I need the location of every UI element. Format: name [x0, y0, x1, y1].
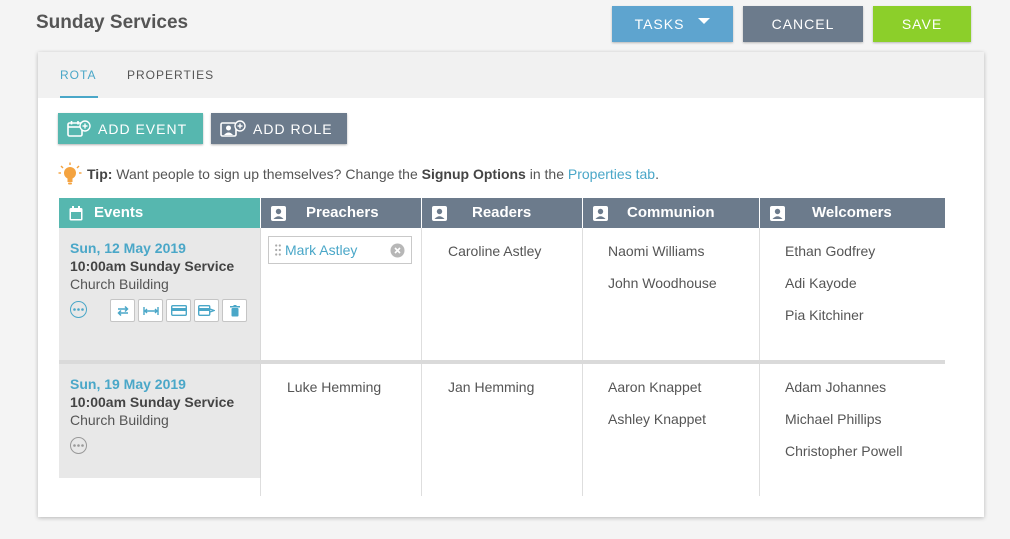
- user-plus-icon: [220, 119, 246, 137]
- assigned-person-name[interactable]: Pia Kitchiner: [785, 307, 864, 323]
- add-event-label: ADD EVENT: [98, 120, 188, 137]
- properties-tab-link[interactable]: Properties tab: [568, 166, 655, 182]
- add-event-button[interactable]: ADD EVENT: [58, 113, 203, 144]
- assigned-person-name[interactable]: Naomi Williams: [608, 243, 704, 259]
- assigned-person-chip[interactable]: Mark Astley: [268, 236, 412, 264]
- tip-lead: Tip:: [87, 166, 113, 182]
- trash-icon[interactable]: [222, 299, 247, 322]
- assigned-person-name[interactable]: Ashley Knappet: [608, 411, 706, 427]
- readers-column-header: Readers: [422, 198, 582, 228]
- cancel-button[interactable]: CANCEL: [743, 6, 863, 42]
- assigned-person-name[interactable]: Ethan Godfrey: [785, 243, 875, 259]
- label-icon[interactable]: [194, 299, 219, 322]
- communion-header-label: Communion: [627, 204, 715, 221]
- tab-rota[interactable]: ROTA: [60, 68, 96, 82]
- assigned-person-name[interactable]: Luke Hemming: [287, 379, 381, 395]
- event-toolbar: [110, 299, 247, 322]
- card-icon[interactable]: [166, 299, 191, 322]
- tip-text-2: in the: [525, 166, 568, 182]
- rota-card: ROTA PROPERTIES ADD EVENT ADD ROLE Tip: …: [38, 52, 984, 517]
- event-location: Church Building: [70, 276, 169, 292]
- person-badge-icon: [593, 206, 608, 221]
- assigned-person-name[interactable]: Adam Johannes: [785, 379, 886, 395]
- assigned-person-name[interactable]: John Woodhouse: [608, 275, 717, 291]
- assigned-person-name[interactable]: Aaron Knappet: [608, 379, 701, 395]
- lightbulb-icon: [58, 162, 82, 185]
- welcomers-header-label: Welcomers: [812, 204, 892, 221]
- assigned-person-name[interactable]: Christopher Powell: [785, 443, 903, 459]
- preachers-column-header: Preachers: [261, 198, 421, 228]
- ellipsis-circle-icon[interactable]: [70, 437, 87, 454]
- add-role-label: ADD ROLE: [253, 120, 333, 137]
- communion-column-header: Communion: [583, 198, 759, 228]
- event-date[interactable]: Sun, 12 May 2019: [70, 240, 186, 256]
- preachers-header-label: Preachers: [306, 204, 379, 221]
- chevron-down-icon: [698, 18, 711, 24]
- person-badge-icon: [432, 206, 447, 221]
- event-time: 10:00am Sunday Service: [70, 258, 235, 274]
- event-cell: Sun, 19 May 2019 10:00am Sunday Service …: [59, 364, 261, 478]
- tip-message: Tip: Want people to sign up themselves? …: [58, 162, 659, 186]
- assigned-person-name: Mark Astley: [285, 242, 358, 258]
- drag-handle-icon[interactable]: [275, 244, 281, 256]
- tasks-button[interactable]: TASKS: [612, 6, 733, 42]
- person-badge-icon: [271, 206, 286, 221]
- calendar-icon: [69, 206, 83, 221]
- tip-end: .: [655, 166, 659, 182]
- calendar-plus-icon: [67, 119, 91, 137]
- assigned-person-name[interactable]: Michael Phillips: [785, 411, 881, 427]
- event-time: 10:00am Sunday Service: [70, 394, 235, 410]
- tip-text: Want people to sign up themselves? Chang…: [112, 166, 422, 182]
- event-cell: Sun, 12 May 2019 10:00am Sunday Service …: [59, 228, 261, 360]
- assigned-person-name[interactable]: Caroline Astley: [448, 243, 541, 259]
- assigned-person-name[interactable]: Adi Kayode: [785, 275, 857, 291]
- active-tab-indicator: [60, 96, 98, 98]
- tip-signup-options: Signup Options: [421, 166, 526, 182]
- events-header-label: Events: [94, 204, 144, 221]
- readers-header-label: Readers: [472, 204, 532, 221]
- add-role-button[interactable]: ADD ROLE: [211, 113, 347, 144]
- close-circle-icon[interactable]: [390, 243, 405, 258]
- person-badge-icon: [770, 206, 785, 221]
- save-button[interactable]: SAVE: [873, 6, 971, 42]
- assigned-person-name[interactable]: Jan Hemming: [448, 379, 534, 395]
- swap-icon[interactable]: [110, 299, 135, 322]
- events-column-header: Events: [59, 198, 260, 228]
- width-icon[interactable]: [138, 299, 163, 322]
- ellipsis-circle-icon[interactable]: [70, 301, 87, 318]
- page-title: Sunday Services: [36, 12, 189, 33]
- event-location: Church Building: [70, 412, 169, 428]
- tasks-label: TASKS: [634, 16, 685, 32]
- welcomers-column-header: Welcomers: [760, 198, 945, 228]
- tab-properties[interactable]: PROPERTIES: [127, 68, 214, 82]
- event-date[interactable]: Sun, 19 May 2019: [70, 376, 186, 392]
- tab-bar: ROTA PROPERTIES: [38, 52, 984, 98]
